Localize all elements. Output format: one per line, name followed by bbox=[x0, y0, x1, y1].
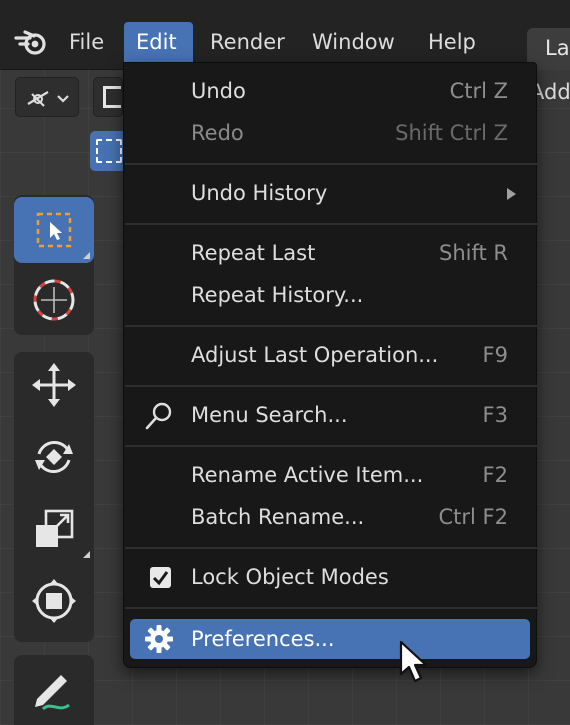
tool-annotate[interactable] bbox=[14, 655, 94, 721]
tool-transform[interactable] bbox=[14, 568, 94, 634]
undo-shortcut: Ctrl Z bbox=[449, 79, 508, 103]
menu-separator bbox=[125, 385, 537, 387]
gear-icon bbox=[145, 625, 173, 653]
menu-item-preferences[interactable]: Preferences... bbox=[130, 619, 530, 659]
repeat-last-label: Repeat Last bbox=[191, 241, 316, 265]
tool-select-box[interactable] bbox=[14, 197, 94, 263]
menu-window[interactable]: Window bbox=[300, 22, 407, 62]
menu-item-undo[interactable]: Undo Ctrl Z bbox=[130, 71, 530, 111]
rename-active-shortcut: F2 bbox=[482, 463, 508, 487]
batch-rename-shortcut: Ctrl F2 bbox=[438, 505, 508, 529]
dashed-box-icon bbox=[96, 139, 122, 163]
toolbar-annotate-group bbox=[14, 655, 94, 725]
3d-cursor-icon bbox=[33, 279, 75, 321]
menu-item-undo-history[interactable]: Undo History bbox=[130, 173, 530, 213]
checkmark-icon bbox=[152, 571, 169, 586]
menu-file[interactable]: File bbox=[57, 22, 116, 62]
repeat-last-shortcut: Shift R bbox=[439, 241, 508, 265]
toolbar-select-group bbox=[14, 195, 94, 335]
redo-label: Redo bbox=[191, 121, 244, 145]
tool-scale[interactable] bbox=[14, 496, 94, 562]
transform-pivot-dropdown[interactable] bbox=[15, 77, 79, 117]
menu-edit[interactable]: Edit bbox=[124, 22, 193, 62]
box-select-icon bbox=[103, 86, 121, 108]
top-menubar: File Edit Render Window Help La bbox=[0, 0, 570, 70]
toolbar-transform-group bbox=[14, 352, 94, 642]
menu-separator bbox=[125, 223, 537, 225]
rotate-icon bbox=[35, 441, 73, 473]
menu-item-repeat-history[interactable]: Repeat History... bbox=[130, 275, 530, 315]
menu-item-repeat-last[interactable]: Repeat Last Shift R bbox=[130, 233, 530, 273]
rename-active-label: Rename Active Item... bbox=[191, 463, 424, 487]
tool-move[interactable] bbox=[14, 352, 94, 418]
pivot-icon bbox=[27, 91, 69, 107]
transform-icon bbox=[32, 579, 76, 623]
move-icon bbox=[32, 363, 76, 407]
tool-rotate[interactable] bbox=[14, 424, 94, 490]
menu-item-rename-active-item[interactable]: Rename Active Item... F2 bbox=[130, 455, 530, 495]
search-icon bbox=[145, 402, 172, 430]
menu-item-batch-rename[interactable]: Batch Rename... Ctrl F2 bbox=[130, 497, 530, 537]
mode-toggle-button[interactable] bbox=[93, 77, 123, 117]
menu-render[interactable]: Render bbox=[198, 22, 297, 62]
mouse-pointer-icon bbox=[399, 640, 428, 683]
menu-item-adjust-last-operation[interactable]: Adjust Last Operation... F9 bbox=[130, 335, 530, 375]
menu-item-lock-object-modes[interactable]: Lock Object Modes bbox=[130, 557, 530, 597]
pencil-icon bbox=[35, 675, 70, 711]
select-box-icon bbox=[36, 212, 72, 248]
menu-separator bbox=[125, 163, 537, 165]
menu-search-shortcut: F3 bbox=[482, 403, 508, 427]
undo-history-label: Undo History bbox=[191, 181, 328, 205]
menu-separator bbox=[125, 607, 537, 609]
lock-object-modes-label: Lock Object Modes bbox=[191, 565, 389, 589]
menu-separator bbox=[125, 445, 537, 447]
blender-logo-icon[interactable] bbox=[14, 26, 50, 58]
adjust-last-shortcut: F9 bbox=[482, 343, 508, 367]
adjust-last-label: Adjust Last Operation... bbox=[191, 343, 439, 367]
batch-rename-label: Batch Rename... bbox=[191, 505, 365, 529]
scale-icon bbox=[36, 509, 74, 547]
menu-item-menu-search[interactable]: Menu Search... F3 bbox=[130, 395, 530, 435]
menu-item-redo[interactable]: Redo Shift Ctrl Z bbox=[130, 113, 530, 153]
repeat-history-label: Repeat History... bbox=[191, 283, 364, 307]
edit-menu-dropdown: Undo Ctrl Z Redo Shift Ctrl Z Undo Histo… bbox=[123, 62, 537, 668]
menu-help[interactable]: Help bbox=[416, 22, 488, 62]
lock-object-modes-checkbox[interactable] bbox=[150, 567, 171, 588]
preferences-label: Preferences... bbox=[191, 627, 335, 651]
submenu-arrow-icon bbox=[507, 188, 516, 200]
undo-label: Undo bbox=[191, 79, 246, 103]
menu-search-label: Menu Search... bbox=[191, 403, 348, 427]
menu-separator bbox=[125, 325, 537, 327]
menu-separator bbox=[125, 547, 537, 549]
redo-shortcut: Shift Ctrl Z bbox=[395, 121, 508, 145]
tool-cursor[interactable] bbox=[14, 267, 94, 333]
